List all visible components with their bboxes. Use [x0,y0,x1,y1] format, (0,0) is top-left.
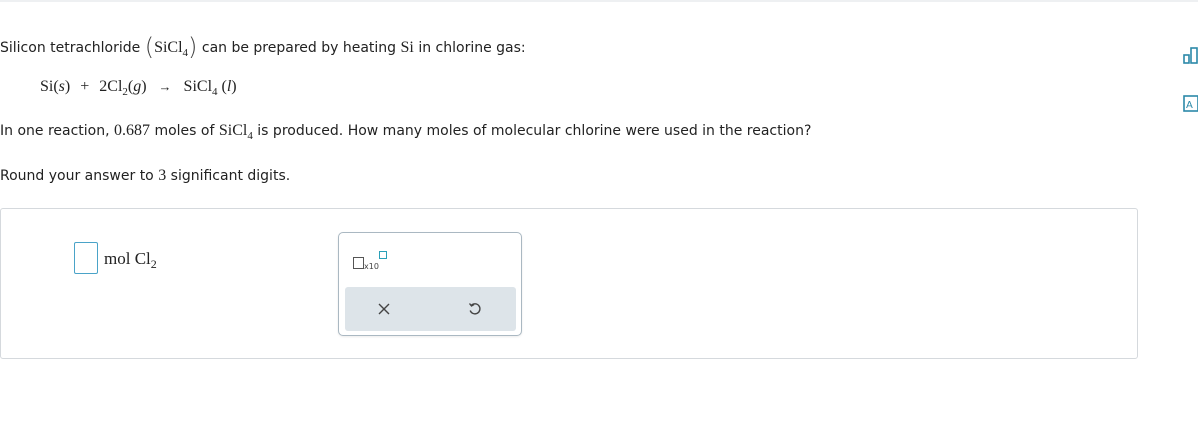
si-symbol: Si [400,39,414,56]
top-divider [0,0,1198,2]
question-intro: Silicon tetrachloride (SiCl4) can be pre… [0,33,526,61]
periodic-table-icon[interactable]: A [1183,93,1198,113]
answer-panel [0,208,1138,359]
undo-button[interactable] [463,297,487,321]
answer-unit: mol Cl2 [104,249,157,271]
rounding-instruction: Round your answer to 3 significant digit… [0,167,291,184]
bar-chart-icon[interactable] [1183,45,1198,65]
sicl4-formula: SiCl4 [154,39,189,59]
math-palette: x10 [338,232,522,336]
palette-actions [345,287,516,331]
intro-text: Silicon tetrachloride [0,40,141,56]
intro-text-3: in chlorine gas: [418,40,526,56]
question-prompt: In one reaction, 0.687 moles of SiCl4 is… [0,122,812,142]
reaction-arrow: → [158,79,172,94]
moles-value: 0.687 [114,122,151,139]
close-icon [378,303,390,315]
chemical-equation: Si(s) + 2Cl2(g) → SiCl4 (l) [40,78,237,98]
undo-icon [468,303,481,315]
scientific-notation-icon [353,257,364,269]
svg-text:A: A [1186,100,1193,111]
scientific-notation-button[interactable]: x10 [353,251,387,271]
sicl4-formula-2: SiCl4 [218,122,253,142]
answer-input[interactable] [74,242,98,274]
intro-text-2: can be prepared by heating [201,40,397,56]
clear-button[interactable] [372,297,396,321]
